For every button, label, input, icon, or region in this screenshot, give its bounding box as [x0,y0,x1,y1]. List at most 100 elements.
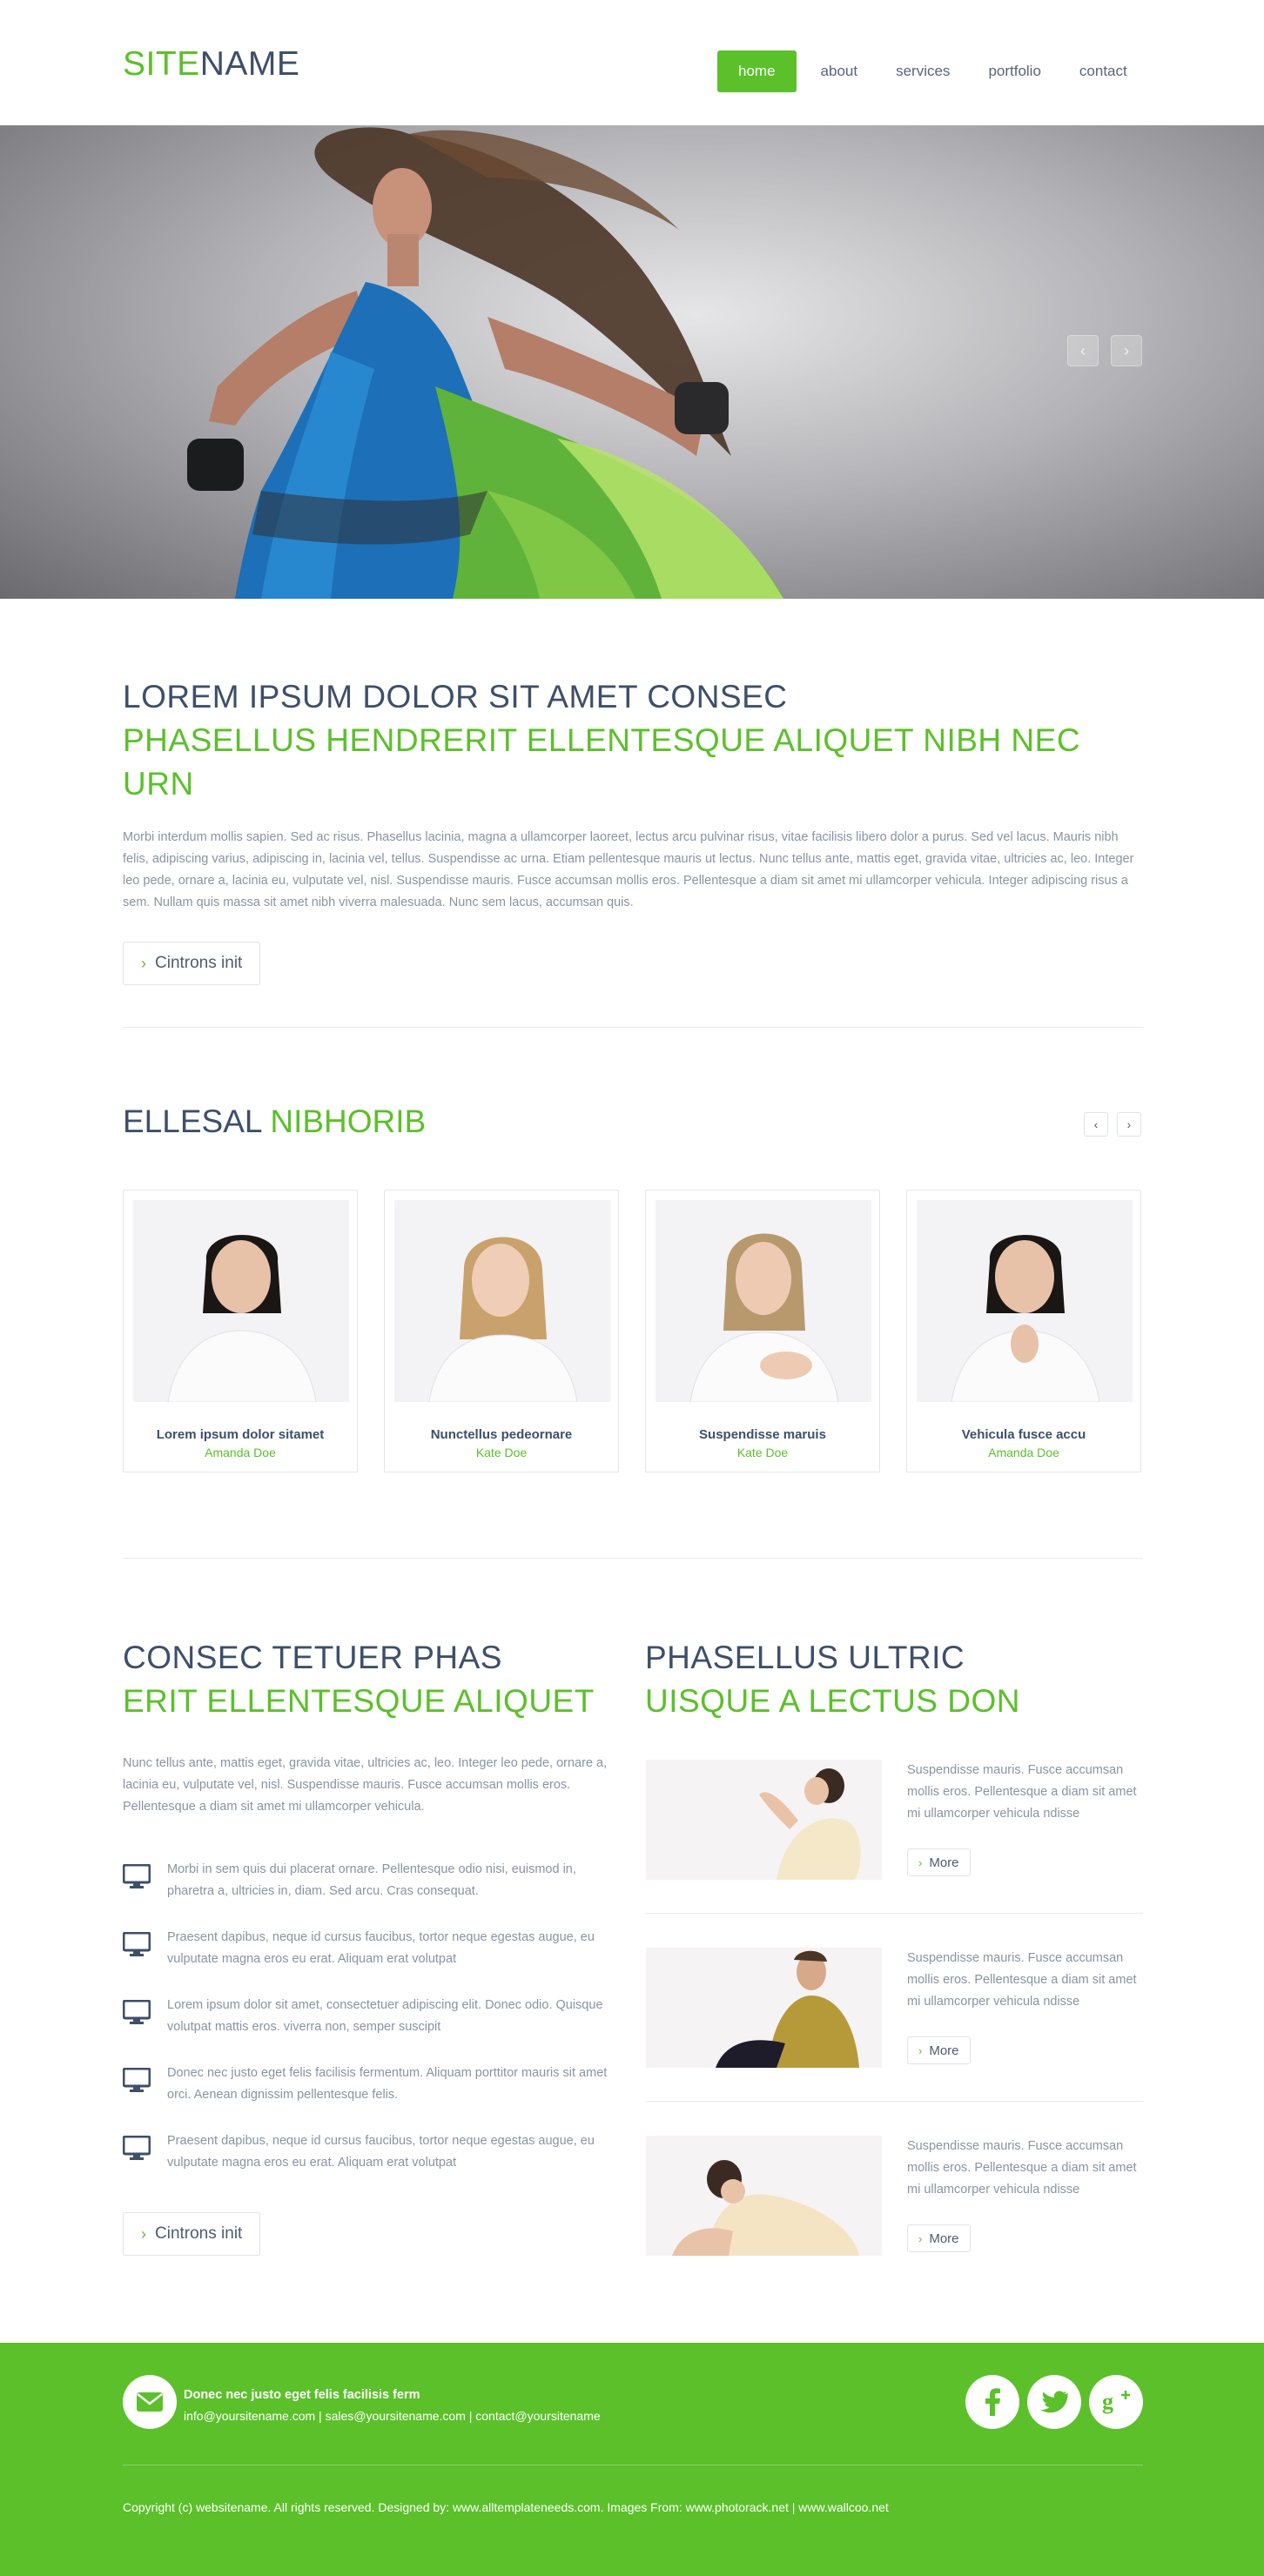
post-item: Suspendisse mauris. Fusce accumsan molli… [645,2136,1143,2257]
post-text: Suspendisse mauris. Fusce accumsan molli… [907,1951,1137,2009]
post-thumbnail[interactable] [646,2136,882,2256]
divider [123,1027,1143,1028]
post-divider [645,1913,1143,1914]
site-header: SITENAME home about services portfolio c… [0,0,1264,125]
member-name: Vehicula fusce accu [961,1427,1086,1442]
site-footer: Donec nec justo eget felis facilisis fer… [0,2343,1264,2576]
twitter-icon [1040,2391,1068,2413]
member-photo [394,1200,610,1402]
svg-text:g: g [1102,2390,1113,2414]
nav-about[interactable]: about [821,63,858,80]
team-title-part1: ELLESAL [123,1104,262,1139]
team-card[interactable]: Lorem ipsum dolor sitamet Amanda Doe [123,1190,358,1472]
posts-subtitle: UISQUE A LECTUS DON [645,1683,1020,1719]
member-photo [133,1200,349,1402]
member-photo [656,1200,871,1402]
intro-cta-button[interactable]: › Cintrons init [123,942,261,985]
monitor-icon [123,2136,151,2160]
monitor-icon [123,1932,151,1956]
features-subtitle: ERIT ELLENTESQUE ALIQUET [123,1683,595,1719]
intro-body: Morbi interdum mollis sapien. Sed ac ris… [123,830,1134,909]
main-nav: home about services portfolio contact [717,50,1127,92]
hero-prev-button[interactable]: ‹ [1067,335,1099,366]
chevron-right-icon: › [918,2043,923,2057]
divider [123,1558,1143,1559]
team-next-button[interactable]: › [1117,1112,1141,1137]
member-role: Kate Doe [736,1446,789,1459]
feature-text: Lorem ipsum dolor sit amet, consectetuer… [167,1998,603,2034]
chevron-left-icon: ‹ [1080,341,1086,359]
chevron-right-icon: › [918,2231,923,2245]
chevron-right-icon: › [1124,341,1129,359]
feature-text: Morbi in sem quis dui placerat ornare. P… [167,1862,576,1898]
google-plus-icon: g [1102,2390,1130,2414]
member-role: Amanda Doe [205,1446,276,1459]
team-card[interactable]: Vehicula fusce accu Amanda Doe [906,1190,1141,1472]
facebook-icon [985,2388,1000,2416]
post-text: Suspendisse mauris. Fusce accumsan molli… [907,2139,1137,2197]
logo-part-site: SITE [123,45,200,83]
features-cta-label: Cintrons init [155,2224,243,2243]
member-role: Kate Doe [475,1446,528,1459]
envelope-icon [137,2392,163,2412]
site-logo[interactable]: SITENAME [123,45,299,84]
more-label: More [929,2043,959,2058]
member-name: Lorem ipsum dolor sitamet [156,1427,325,1442]
post-divider [645,2101,1143,2102]
posts-column: PHASELLUS ULTRIC UISQUE A LECTUS DON Sus… [645,1636,1143,2256]
post-item: Suspendisse mauris. Fusce accumsan molli… [645,1948,1143,2070]
contact-title: Donec nec justo eget felis facilisis fer… [184,2388,420,2402]
more-label: More [929,2231,959,2246]
nav-home[interactable]: home [717,50,797,92]
team-card[interactable]: Nunctellus pedeornare Kate Doe [384,1190,619,1472]
chevron-right-icon: › [918,1855,923,1869]
chevron-right-icon: › [141,954,146,972]
member-name: Suspendisse maruis [699,1427,826,1442]
nav-contact[interactable]: contact [1079,63,1127,80]
feature-text: Praesent dapibus, neque id cursus faucib… [167,2134,595,2170]
copyright-text: Copyright (c) websitename. All rights re… [123,2500,889,2514]
member-role: Amanda Doe [988,1446,1059,1459]
team-title-part2: NIBHORIB [270,1104,427,1139]
feature-text: Donec nec justo eget felis facilisis fer… [167,2066,608,2102]
logo-part-name: NAME [199,45,300,83]
features-title: CONSEC TETUER PHAS [123,1640,502,1675]
posts-title: PHASELLUS ULTRIC [645,1640,965,1675]
features-column: CONSEC TETUER PHAS ERIT ELLENTESQUE ALIQ… [123,1636,610,2256]
intro-section: LOREM IPSUM DOLOR SIT AMET CONSEC PHASEL… [123,675,1143,985]
twitter-button[interactable] [1027,2375,1081,2429]
facebook-button[interactable] [965,2375,1019,2429]
post-item: Suspendisse mauris. Fusce accumsan molli… [645,1760,1143,1882]
feature-text: Praesent dapibus, neque id cursus faucib… [167,1930,595,1966]
google-plus-button[interactable]: g [1089,2375,1143,2429]
nav-portfolio[interactable]: portfolio [988,63,1040,80]
team-card[interactable]: Suspendisse maruis Kate Doe [645,1190,880,1472]
monitor-icon [123,1864,151,1888]
monitor-icon [123,2068,151,2092]
post-more-button[interactable]: › More [907,1848,971,1876]
post-more-button[interactable]: › More [907,2224,971,2252]
post-more-button[interactable]: › More [907,2036,971,2064]
intro-subtitle: PHASELLUS HENDRERIT ELLENTESQUE ALIQUET … [123,722,1081,802]
post-thumbnail[interactable] [646,1760,882,1880]
intro-title: LOREM IPSUM DOLOR SIT AMET CONSEC [123,679,788,714]
mail-icon-badge[interactable] [123,2375,177,2429]
post-thumbnail[interactable] [646,1948,882,2068]
member-name: Nunctellus pedeornare [430,1427,573,1442]
chevron-right-icon: › [141,2224,146,2243]
contact-emails[interactable]: info@yoursitename.com | sales@yoursitena… [184,2409,601,2423]
post-text: Suspendisse mauris. Fusce accumsan molli… [907,1763,1137,1821]
hero-next-button[interactable]: › [1111,335,1142,366]
chevron-right-icon: › [1126,1117,1132,1131]
team-title: ELLESAL NIBHORIB [123,1104,426,1140]
monitor-icon [123,2000,151,2024]
nav-services[interactable]: services [896,63,950,80]
team-prev-button[interactable]: ‹ [1084,1112,1108,1137]
hero-slider: ‹ › [0,125,1264,599]
chevron-left-icon: ‹ [1093,1117,1099,1131]
intro-cta-label: Cintrons init [155,954,243,972]
features-cta-button[interactable]: › Cintrons init [123,2212,261,2256]
more-label: More [929,1855,959,1870]
member-photo [917,1200,1133,1402]
features-body: Nunc tellus ante, mattis eget, gravida v… [123,1756,608,1814]
